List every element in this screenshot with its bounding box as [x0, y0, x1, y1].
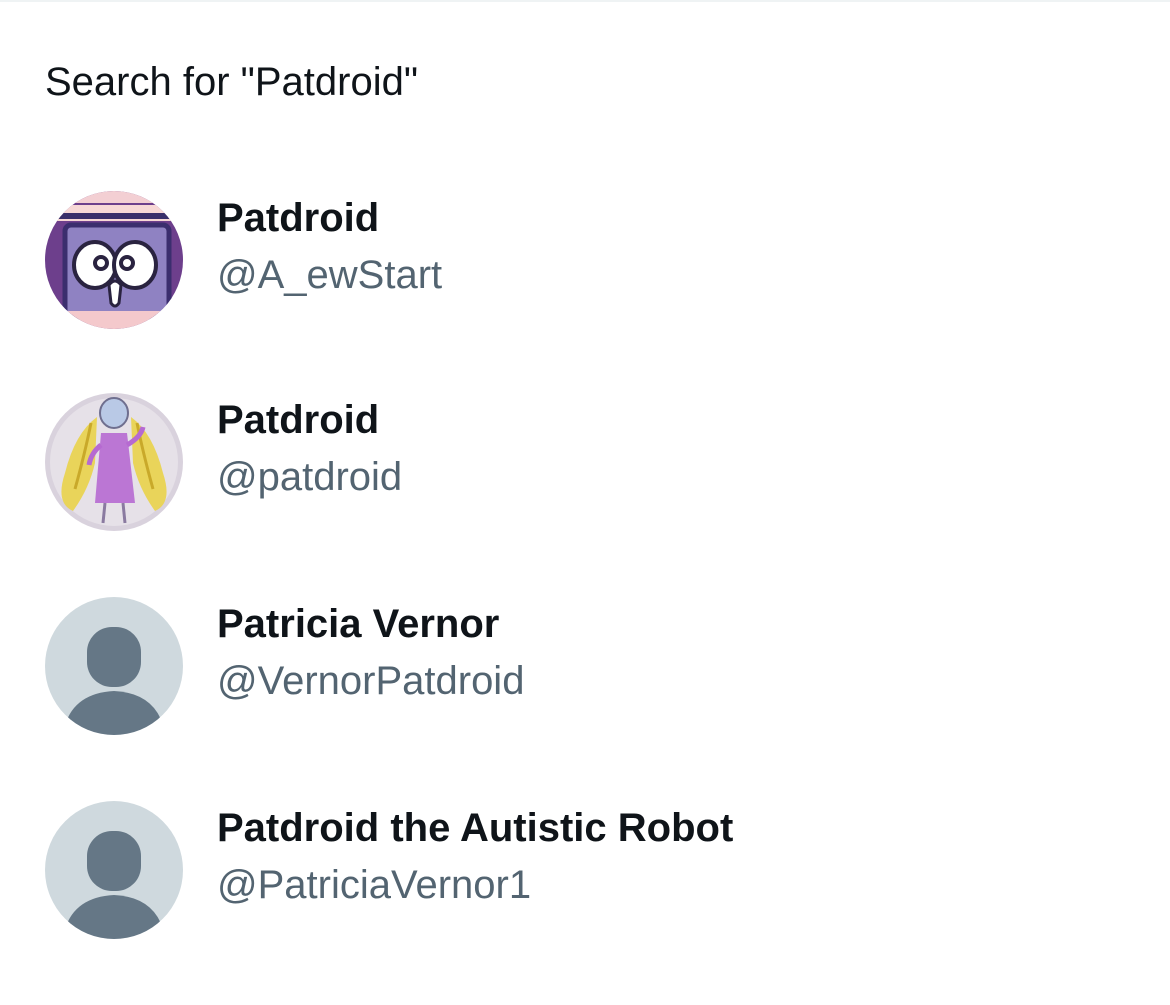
- user-handle: @A_ewStart: [217, 253, 443, 297]
- user-result-4[interactable]: Patdroid the Autistic Robot @PatriciaVer…: [0, 801, 1170, 1005]
- user-display-name: Patdroid: [217, 196, 380, 240]
- user-result-3[interactable]: Patricia Vernor @VernorPatdroid: [0, 597, 1170, 801]
- user-result-1[interactable]: Patdroid @A_ewStart: [0, 191, 1170, 395]
- avatar-default[interactable]: [45, 801, 183, 939]
- user-display-name: Patricia Vernor: [217, 602, 500, 646]
- cartoon-robot-avatar-icon: [45, 191, 183, 329]
- user-handle: @VernorPatdroid: [217, 659, 525, 703]
- avatar-drawing[interactable]: [45, 393, 183, 531]
- default-profile-avatar-icon: [45, 597, 183, 735]
- top-divider: [0, 0, 1170, 2]
- user-display-name: Patdroid the Autistic Robot: [217, 806, 734, 850]
- user-handle: @patdroid: [217, 455, 403, 499]
- drawing-girl-avatar-icon: [45, 393, 183, 531]
- default-profile-avatar-icon: [45, 801, 183, 939]
- search-for-query[interactable]: Search for "Patdroid": [45, 56, 418, 108]
- user-display-name: Patdroid: [217, 398, 380, 442]
- user-result-2[interactable]: Patdroid @patdroid: [0, 393, 1170, 597]
- avatar-default[interactable]: [45, 597, 183, 735]
- user-handle: @PatriciaVernor1: [217, 863, 532, 907]
- avatar-robot[interactable]: [45, 191, 183, 329]
